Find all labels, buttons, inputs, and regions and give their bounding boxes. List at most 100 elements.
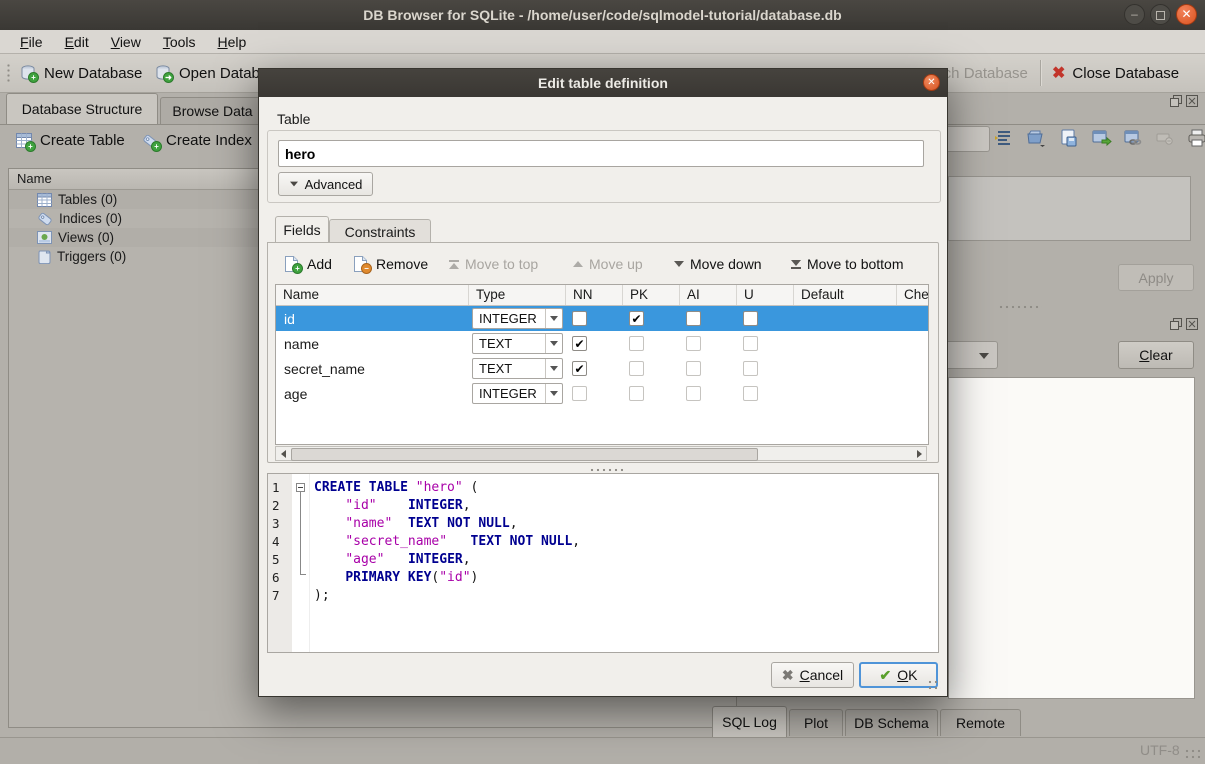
type-combobox[interactable]: TEXT [472, 358, 563, 379]
cell-mode-combo[interactable] [948, 126, 990, 152]
check-cell[interactable] [897, 381, 929, 406]
dock-splitter-left[interactable] [0, 168, 6, 728]
pk-checkbox[interactable]: ✔ [629, 311, 644, 326]
dock-float-icon[interactable] [1170, 317, 1182, 329]
field-name-cell[interactable]: id [276, 306, 469, 331]
dialog-close-button[interactable]: ✕ [923, 74, 940, 91]
tab-browse-data[interactable]: Browse Data [160, 97, 265, 124]
scroll-thumb[interactable] [291, 448, 758, 461]
log-filter-combo[interactable] [948, 341, 998, 369]
dock-splitter-handle[interactable] [998, 304, 1042, 309]
ai-checkbox[interactable] [686, 386, 701, 401]
default-cell[interactable] [794, 356, 897, 381]
dialog-resize-grip[interactable] [927, 679, 941, 691]
column-header-type[interactable]: Type [469, 285, 566, 305]
tab-database-structure[interactable]: Database Structure [6, 93, 158, 124]
remove-button[interactable]: −Remove [353, 252, 428, 276]
scroll-right-arrow[interactable] [912, 447, 926, 460]
open-file-icon[interactable] [1026, 127, 1048, 149]
menu-file[interactable]: File [10, 32, 53, 52]
add-button[interactable]: +Add [284, 252, 332, 276]
pk-checkbox[interactable] [629, 336, 644, 351]
type-combobox[interactable]: INTEGER [472, 383, 563, 404]
dialog-splitter-handle[interactable] [589, 467, 623, 472]
column-header-ai[interactable]: AI [680, 285, 737, 305]
clear-button[interactable]: Clear [1118, 341, 1194, 369]
link-icon[interactable] [1122, 127, 1144, 149]
print-icon[interactable] [1186, 127, 1205, 149]
check-cell[interactable] [897, 306, 929, 331]
text-mode-icon[interactable] [994, 127, 1016, 149]
check-cell[interactable] [897, 331, 929, 356]
menu-tools[interactable]: Tools [153, 32, 206, 52]
check-cell[interactable] [897, 356, 929, 381]
cell-editor-area[interactable] [948, 176, 1191, 241]
create-index-button[interactable]: + Create Index [142, 132, 252, 149]
bottom-tab-sql-log[interactable]: SQL Log [712, 706, 787, 737]
nn-checkbox[interactable]: ✔ [572, 361, 587, 376]
field-row-id[interactable]: idINTEGER ✔ [276, 306, 928, 331]
dock-close-icon[interactable] [1186, 317, 1198, 329]
menu-view[interactable]: View [101, 32, 151, 52]
move-to-bottom-button[interactable]: Move to bottom [791, 252, 904, 276]
close-database-button[interactable]: ✖ Close Database [1052, 60, 1179, 86]
save-icon[interactable] [1058, 127, 1080, 149]
move-down-button[interactable]: Move down [674, 252, 762, 276]
dock-float-icon[interactable] [1170, 94, 1182, 106]
dialog-tab-fields[interactable]: Fields [275, 216, 329, 243]
dialog-tab-constraints[interactable]: Constraints [329, 219, 431, 243]
field-row-secret_name[interactable]: secret_nameTEXT ✔ [276, 356, 928, 381]
set-null-icon[interactable] [1154, 127, 1176, 149]
create-table-button[interactable]: + Create Table [16, 132, 125, 149]
scroll-left-arrow[interactable] [276, 447, 290, 460]
new-database-button[interactable]: + New Database [20, 60, 142, 86]
sql-preview-editor[interactable]: 1234567 CREATE TABLE "hero" ( "id" INTEG… [267, 473, 939, 653]
menu-help[interactable]: Help [208, 32, 257, 52]
dock-close-icon[interactable] [1186, 94, 1198, 106]
nn-checkbox[interactable]: ✔ [572, 336, 587, 351]
u-checkbox[interactable] [743, 336, 758, 351]
table-name-input[interactable] [278, 140, 924, 167]
field-name-cell[interactable]: secret_name [276, 356, 469, 381]
bottom-tab-plot[interactable]: Plot [789, 709, 843, 736]
u-checkbox[interactable] [743, 386, 758, 401]
field-row-age[interactable]: ageINTEGER [276, 381, 928, 406]
column-header-nn[interactable]: NN [566, 285, 623, 305]
nn-checkbox[interactable] [572, 386, 587, 401]
nn-checkbox[interactable] [572, 311, 587, 326]
minimize-button[interactable]: – [1124, 4, 1145, 25]
fold-collapse-icon[interactable] [296, 483, 305, 492]
pk-checkbox[interactable] [629, 361, 644, 376]
window-titlebar[interactable]: DB Browser for SQLite - /home/user/code/… [0, 0, 1205, 31]
column-header-pk[interactable]: PK [623, 285, 680, 305]
advanced-button[interactable]: Advanced [278, 172, 373, 196]
default-cell[interactable] [794, 306, 897, 331]
type-combobox[interactable]: INTEGER [472, 308, 563, 329]
field-name-cell[interactable]: age [276, 381, 469, 406]
type-combobox[interactable]: TEXT [472, 333, 563, 354]
field-row-name[interactable]: nameTEXT ✔ [276, 331, 928, 356]
close-button[interactable]: ✕ [1176, 4, 1197, 25]
default-cell[interactable] [794, 331, 897, 356]
pk-checkbox[interactable] [629, 386, 644, 401]
cancel-button[interactable]: ✖ Cancel [771, 662, 854, 688]
column-header-default[interactable]: Default [794, 285, 897, 305]
resize-grip[interactable] [1184, 748, 1200, 761]
sql-log-area[interactable] [948, 377, 1195, 699]
ai-checkbox[interactable] [686, 361, 701, 376]
bottom-tab-remote[interactable]: Remote [940, 709, 1021, 736]
dialog-titlebar[interactable]: Edit table definition [259, 69, 947, 97]
column-header-check[interactable]: Check [897, 285, 929, 305]
default-cell[interactable] [794, 381, 897, 406]
u-checkbox[interactable] [743, 361, 758, 376]
menu-edit[interactable]: Edit [55, 32, 99, 52]
ai-checkbox[interactable] [686, 336, 701, 351]
toolbar-drag-handle[interactable] [6, 63, 11, 83]
bottom-tab-db-schema[interactable]: DB Schema [845, 709, 938, 736]
ai-checkbox[interactable] [686, 311, 701, 326]
column-header-name[interactable]: Name [276, 285, 469, 305]
field-name-cell[interactable]: name [276, 331, 469, 356]
u-checkbox[interactable] [743, 311, 758, 326]
column-header-u[interactable]: U [737, 285, 794, 305]
maximize-button[interactable] [1150, 4, 1171, 25]
